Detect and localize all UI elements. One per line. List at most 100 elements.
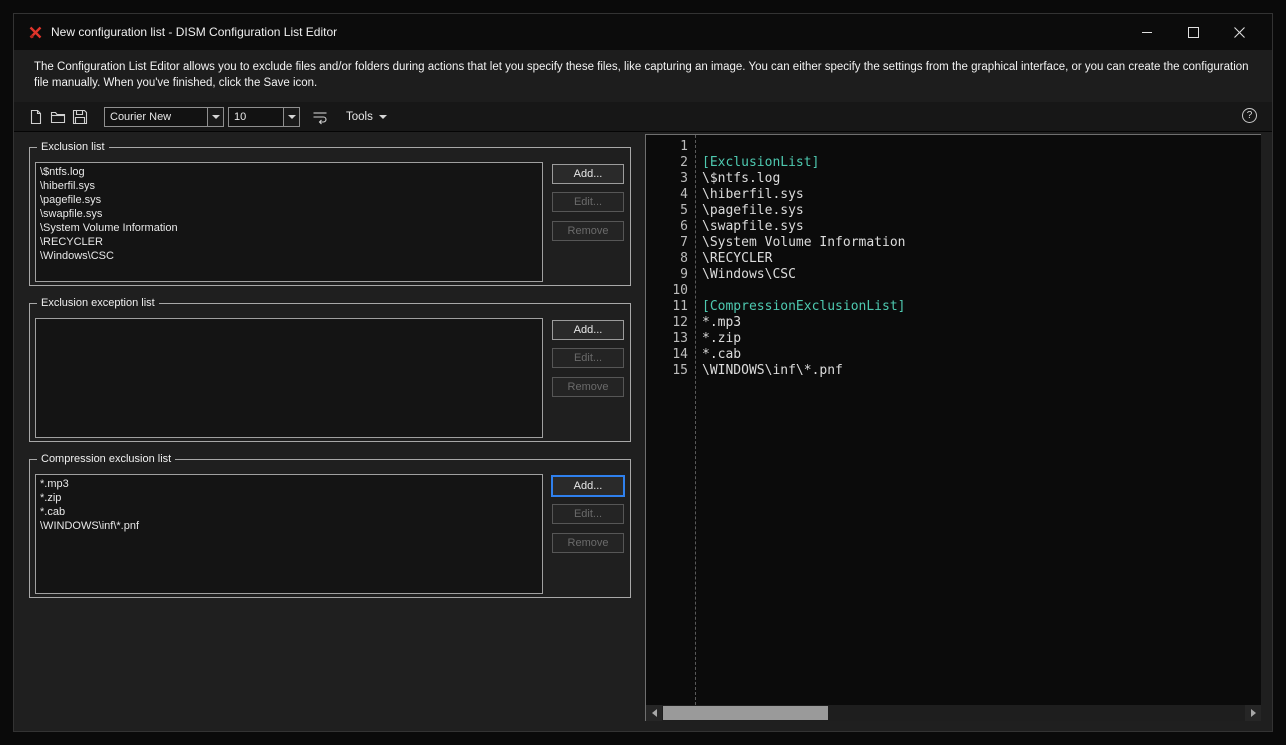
line-number: 11 bbox=[646, 299, 688, 315]
tools-menu-label: Tools bbox=[346, 111, 373, 123]
list-item[interactable]: \System Volume Information bbox=[36, 221, 542, 235]
open-folder-icon bbox=[50, 109, 66, 125]
horizontal-scrollbar[interactable] bbox=[646, 705, 1261, 721]
line-number: 7 bbox=[646, 235, 688, 251]
code-text: \hiberfil.sys bbox=[688, 187, 804, 203]
editor-line: 12*.mp3 bbox=[646, 315, 1261, 331]
font-size-select[interactable]: 10 bbox=[228, 107, 300, 127]
editor-line: 9\Windows\CSC bbox=[646, 267, 1261, 283]
scroll-left-icon bbox=[652, 709, 657, 717]
chevron-down-icon[interactable] bbox=[283, 108, 299, 126]
editor-line: 14*.cab bbox=[646, 347, 1261, 363]
word-wrap-icon bbox=[312, 109, 328, 125]
list-item[interactable]: *.zip bbox=[36, 491, 542, 505]
font-size-value: 10 bbox=[229, 111, 283, 123]
close-button[interactable] bbox=[1216, 14, 1262, 50]
line-number: 13 bbox=[646, 331, 688, 347]
exclusion-exception-group: Exclusion exception list Add... Edit... … bbox=[29, 303, 631, 442]
new-file-icon bbox=[28, 109, 44, 125]
editor-line: 8\RECYCLER bbox=[646, 251, 1261, 267]
app-window: New configuration list - DISM Configurat… bbox=[13, 13, 1273, 732]
code-text: \System Volume Information bbox=[688, 235, 906, 251]
window-title: New configuration list - DISM Configurat… bbox=[51, 25, 337, 39]
chevron-down-icon bbox=[379, 115, 387, 119]
tools-menu[interactable]: Tools bbox=[340, 107, 393, 127]
font-family-value: Courier New bbox=[105, 111, 207, 123]
editor-line: 1 bbox=[646, 139, 1261, 155]
toolbar: Courier New 10 Tools ? bbox=[14, 102, 1272, 132]
font-family-select[interactable]: Courier New bbox=[104, 107, 224, 127]
code-text: \swapfile.sys bbox=[688, 219, 804, 235]
code-text: [CompressionExclusionList] bbox=[688, 299, 906, 315]
list-item[interactable]: \Windows\CSC bbox=[36, 249, 542, 263]
minimize-icon bbox=[1142, 32, 1152, 33]
exception-edit-button: Edit... bbox=[552, 348, 624, 368]
exclusion-listbox[interactable]: \$ntfs.log\hiberfil.sys\pagefile.sys\swa… bbox=[35, 162, 543, 282]
list-item[interactable]: \swapfile.sys bbox=[36, 207, 542, 221]
code-text: \WINDOWS\inf\*.pnf bbox=[688, 363, 843, 379]
exclusion-edit-button: Edit... bbox=[552, 192, 624, 212]
open-file-button[interactable] bbox=[48, 107, 68, 127]
line-number: 1 bbox=[646, 139, 688, 155]
list-item[interactable]: \RECYCLER bbox=[36, 235, 542, 249]
editor-line: 7\System Volume Information bbox=[646, 235, 1261, 251]
list-item[interactable]: \hiberfil.sys bbox=[36, 179, 542, 193]
word-wrap-button[interactable] bbox=[310, 107, 330, 127]
list-item[interactable]: *.mp3 bbox=[36, 477, 542, 491]
group-label: Exclusion list bbox=[37, 140, 109, 154]
desktop: New configuration list - DISM Configurat… bbox=[0, 0, 1286, 745]
scroll-right-button[interactable] bbox=[1245, 705, 1261, 721]
editor-line: 2[ExclusionList] bbox=[646, 155, 1261, 171]
line-number: 3 bbox=[646, 171, 688, 187]
group-label: Compression exclusion list bbox=[37, 452, 175, 466]
list-item[interactable]: \WINDOWS\inf\*.pnf bbox=[36, 519, 542, 533]
exception-listbox[interactable] bbox=[35, 318, 543, 438]
code-text: \pagefile.sys bbox=[688, 203, 804, 219]
app-icon bbox=[29, 26, 42, 39]
exclusion-remove-button: Remove bbox=[552, 221, 624, 241]
maximize-icon bbox=[1188, 27, 1199, 38]
line-number: 10 bbox=[646, 283, 688, 299]
title-bar[interactable]: New configuration list - DISM Configurat… bbox=[14, 14, 1272, 50]
help-button[interactable]: ? bbox=[1242, 108, 1257, 123]
exception-add-button[interactable]: Add... bbox=[552, 320, 624, 340]
list-item[interactable]: *.cab bbox=[36, 505, 542, 519]
scroll-left-button[interactable] bbox=[646, 705, 662, 721]
code-text: [ExclusionList] bbox=[688, 155, 819, 171]
scrollbar-thumb[interactable] bbox=[663, 706, 828, 720]
compression-listbox[interactable]: *.mp3*.zip*.cab\WINDOWS\inf\*.pnf bbox=[35, 474, 543, 594]
compression-exclusion-group: Compression exclusion list *.mp3*.zip*.c… bbox=[29, 459, 631, 598]
compression-edit-button: Edit... bbox=[552, 504, 624, 524]
chevron-down-icon[interactable] bbox=[207, 108, 223, 126]
editor-line: 5\pagefile.sys bbox=[646, 203, 1261, 219]
exclusion-add-button[interactable]: Add... bbox=[552, 164, 624, 184]
editor-line: 13*.zip bbox=[646, 331, 1261, 347]
minimize-button[interactable] bbox=[1124, 14, 1170, 50]
compression-remove-button: Remove bbox=[552, 533, 624, 553]
editor-line: 15\WINDOWS\inf\*.pnf bbox=[646, 363, 1261, 379]
new-file-button[interactable] bbox=[26, 107, 46, 127]
editor-lines[interactable]: 12[ExclusionList]3\$ntfs.log4\hiberfil.s… bbox=[646, 135, 1261, 705]
code-editor[interactable]: 12[ExclusionList]3\$ntfs.log4\hiberfil.s… bbox=[645, 134, 1261, 721]
compression-add-button[interactable]: Add... bbox=[552, 476, 624, 496]
list-item[interactable]: \pagefile.sys bbox=[36, 193, 542, 207]
editor-line: 10 bbox=[646, 283, 1261, 299]
list-item[interactable]: \$ntfs.log bbox=[36, 165, 542, 179]
maximize-button[interactable] bbox=[1170, 14, 1216, 50]
description-text: The Configuration List Editor allows you… bbox=[14, 50, 1272, 102]
line-number: 14 bbox=[646, 347, 688, 363]
group-label: Exclusion exception list bbox=[37, 296, 159, 310]
gutter-separator bbox=[695, 135, 696, 705]
line-number: 5 bbox=[646, 203, 688, 219]
line-number: 15 bbox=[646, 363, 688, 379]
code-text: \$ntfs.log bbox=[688, 171, 780, 187]
line-number: 2 bbox=[646, 155, 688, 171]
line-number: 12 bbox=[646, 315, 688, 331]
close-icon bbox=[1234, 27, 1245, 38]
save-icon bbox=[72, 109, 88, 125]
editor-line: 6\swapfile.sys bbox=[646, 219, 1261, 235]
line-number: 6 bbox=[646, 219, 688, 235]
editor-line: 3\$ntfs.log bbox=[646, 171, 1261, 187]
save-button[interactable] bbox=[70, 107, 90, 127]
code-text: \Windows\CSC bbox=[688, 267, 796, 283]
